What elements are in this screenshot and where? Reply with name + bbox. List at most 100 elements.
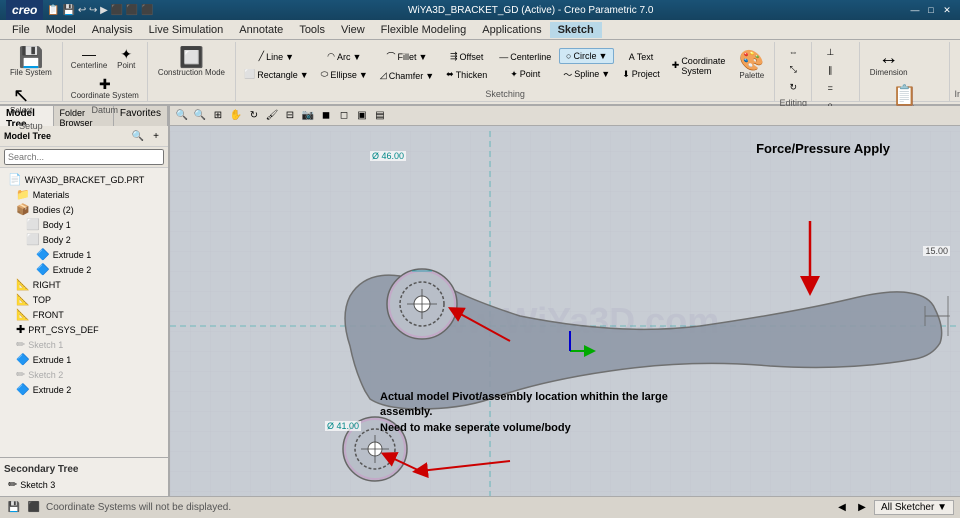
- repaint-button[interactable]: 🖌: [264, 108, 280, 124]
- ellipse-button[interactable]: ⬭ Ellipse ▼: [317, 66, 372, 83]
- spline-dropdown-icon[interactable]: ▼: [601, 69, 610, 79]
- dimension-button[interactable]: ↔ Dimension: [864, 44, 914, 81]
- tree-item-sketch1[interactable]: ✏ Sketch 1: [4, 337, 164, 352]
- construction-mode-button[interactable]: 🔲 Construction Mode: [152, 44, 231, 81]
- tree-item-body1[interactable]: ⬜ Body 1: [4, 217, 164, 232]
- close-button[interactable]: ✕: [940, 3, 954, 17]
- constrain-btn3[interactable]: =: [816, 80, 844, 96]
- display-options-button[interactable]: 📷: [300, 108, 316, 124]
- fillet-button[interactable]: ⌒ Fillet ▼: [376, 47, 438, 66]
- file-system-button[interactable]: 💾 File System: [4, 44, 58, 81]
- circle-button[interactable]: ○ Circle ▼: [559, 48, 614, 64]
- menu-file[interactable]: File: [4, 22, 38, 38]
- constrain-btn2[interactable]: ∥: [816, 62, 844, 79]
- tree-item-sketch2[interactable]: ✏ Sketch 2: [4, 367, 164, 382]
- hidden-line-button[interactable]: ▣: [354, 108, 370, 124]
- rotate-view-button[interactable]: ↻: [246, 108, 262, 124]
- menu-flexible-modeling[interactable]: Flexible Modeling: [373, 22, 475, 38]
- tree-search-input[interactable]: [4, 149, 164, 165]
- arc-button[interactable]: ◠ Arc ▼: [317, 48, 372, 65]
- pan-button[interactable]: ✋: [228, 108, 244, 124]
- window-controls[interactable]: — □ ✕: [908, 3, 954, 17]
- status-icon2[interactable]: ⬛: [26, 500, 42, 516]
- constrain-btn1[interactable]: ⊥: [816, 44, 844, 61]
- view-options-button[interactable]: ⊟: [282, 108, 298, 124]
- centerline2-button[interactable]: — Centerline: [495, 49, 555, 65]
- project-button[interactable]: ⬇ Project: [618, 66, 664, 83]
- select-label: Select: [10, 106, 32, 115]
- zoom-in-button[interactable]: 🔍: [174, 108, 190, 124]
- inspect-btn2[interactable]: 📊: [954, 62, 960, 79]
- coord-system2-button[interactable]: ✚ Coordinate System: [668, 53, 730, 79]
- rotate-icon: ↻: [789, 82, 797, 93]
- nav-button2[interactable]: ▶: [854, 500, 870, 516]
- menu-analysis[interactable]: Analysis: [84, 22, 141, 38]
- statusbar: 💾 ⬛ Coordinate Systems will not be displ…: [0, 496, 960, 518]
- horizontal-icon: ⊥: [826, 47, 834, 58]
- tree-item-extrude1[interactable]: 🔷 Extrude 1: [4, 352, 164, 367]
- centerline-button[interactable]: — Centerline: [67, 44, 111, 73]
- spline-button[interactable]: 〜 Spline ▼: [559, 65, 614, 84]
- point2-label: Point: [520, 69, 541, 79]
- point-button[interactable]: ✦ Point: [112, 44, 140, 73]
- tree-item-sketch3[interactable]: ✏ Sketch 3: [4, 477, 164, 492]
- tree-item-csys[interactable]: ✚ PRT_CSYS_DEF: [4, 322, 164, 337]
- status-icon1[interactable]: 💾: [6, 500, 22, 516]
- line-dropdown-icon[interactable]: ▼: [285, 52, 294, 62]
- creo-brand: creo: [12, 3, 37, 17]
- editing-btn3[interactable]: ↻: [779, 79, 807, 96]
- materials-label: Materials: [33, 190, 70, 200]
- circle-dropdown-icon[interactable]: ▼: [598, 51, 607, 61]
- palette-button[interactable]: 🎨 Palette: [733, 47, 770, 84]
- select-button[interactable]: ↖ Select: [4, 82, 38, 119]
- offset-button[interactable]: ⇶ Offset: [442, 48, 491, 65]
- tree-item-extrude2[interactable]: 🔷 Extrude 2: [4, 382, 164, 397]
- menu-applications[interactable]: Applications: [474, 22, 549, 38]
- sketch-canvas[interactable]: www.WiYa3D.com: [170, 126, 960, 496]
- nav-button1[interactable]: ◀: [834, 500, 850, 516]
- menu-live-simulation[interactable]: Live Simulation: [141, 22, 232, 38]
- fit-view-button[interactable]: ⊞: [210, 108, 226, 124]
- minimize-button[interactable]: —: [908, 3, 922, 17]
- tree-search-button[interactable]: 🔍: [130, 128, 146, 144]
- text-button[interactable]: A Text: [618, 49, 664, 65]
- tree-item-root[interactable]: 📄 WiYA3D_BRACKET_GD.PRT: [4, 172, 164, 187]
- tree-item-top[interactable]: 📐 TOP: [4, 292, 164, 307]
- zoom-out-button[interactable]: 🔍: [192, 108, 208, 124]
- tree-item-body2[interactable]: ⬜ Body 2: [4, 232, 164, 247]
- tree-item-extrude2-body[interactable]: 🔷 Extrude 2: [4, 262, 164, 277]
- fillet-dropdown-icon[interactable]: ▼: [419, 52, 428, 62]
- coord-system-button[interactable]: ✚ Coordinate System: [67, 74, 143, 103]
- tree-item-materials[interactable]: 📁 Materials: [4, 187, 164, 202]
- inspect-btn1[interactable]: 🔎: [954, 44, 960, 61]
- editing-btn1[interactable]: ⇔: [779, 44, 807, 60]
- tree-item-bodies[interactable]: 📦 Bodies (2): [4, 202, 164, 217]
- tree-item-front[interactable]: 📐 FRONT: [4, 307, 164, 322]
- tree-item-extrude1-body[interactable]: 🔷 Extrude 1: [4, 247, 164, 262]
- menu-tools[interactable]: Tools: [291, 22, 333, 38]
- chamfer-dropdown-icon[interactable]: ▼: [425, 71, 434, 81]
- menu-sketch[interactable]: Sketch: [550, 22, 602, 38]
- arc-dropdown-icon[interactable]: ▼: [352, 52, 361, 62]
- shading-button[interactable]: ◼: [318, 108, 334, 124]
- line-button[interactable]: ╱ Line ▼: [240, 48, 313, 65]
- chamfer-button[interactable]: ◿ Chamfer ▼: [376, 67, 438, 84]
- editing-btn2[interactable]: ⤡: [779, 61, 807, 78]
- menu-model[interactable]: Model: [38, 22, 84, 38]
- sketcher-select[interactable]: All Sketcher ▼: [874, 500, 954, 515]
- ellipse-dropdown-icon[interactable]: ▼: [359, 70, 368, 80]
- wireframe-button[interactable]: ◻: [336, 108, 352, 124]
- rectangle-button[interactable]: ⬜ Rectangle ▼: [240, 66, 313, 83]
- tree-add-button[interactable]: +: [148, 128, 164, 144]
- favorites-tab[interactable]: Favorites: [114, 106, 168, 126]
- point2-button[interactable]: ✦ Point: [495, 66, 555, 83]
- restore-button[interactable]: □: [924, 3, 938, 17]
- no-hidden-button[interactable]: ▤: [372, 108, 388, 124]
- thicken-button[interactable]: ⬌ Thicken: [442, 66, 491, 83]
- menu-annotate[interactable]: Annotate: [231, 22, 291, 38]
- sketching-label: Sketching: [485, 87, 525, 99]
- tree-item-right[interactable]: 📐 RIGHT: [4, 277, 164, 292]
- menu-view[interactable]: View: [333, 22, 373, 38]
- sketcher-select-dropdown[interactable]: ▼: [937, 502, 947, 513]
- rectangle-dropdown-icon[interactable]: ▼: [300, 70, 309, 80]
